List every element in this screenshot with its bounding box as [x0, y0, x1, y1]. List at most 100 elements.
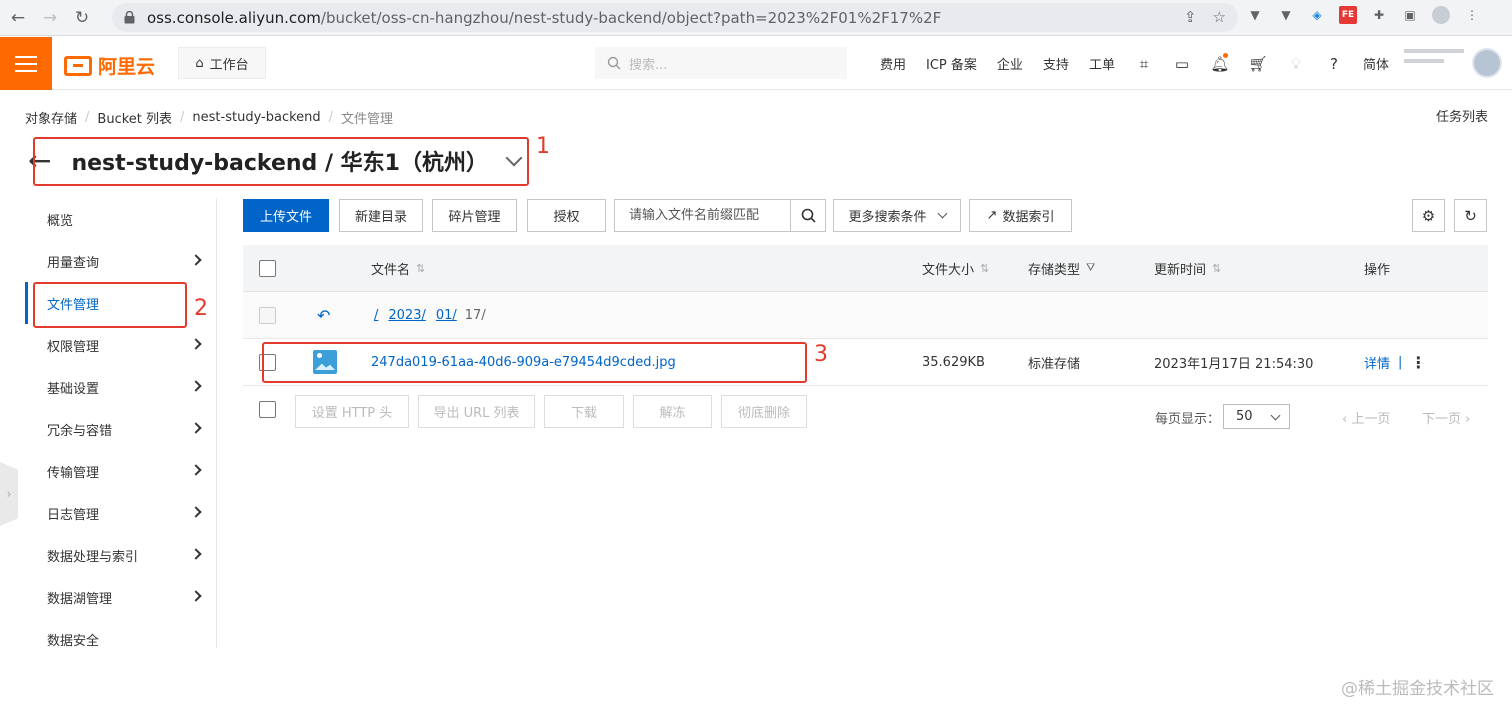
task-list-link[interactable]: 任务列表 [1436, 106, 1488, 125]
vue-devtools-alt-icon[interactable]: ▼ [1277, 6, 1295, 24]
help-icon[interactable]: ? [1315, 55, 1353, 73]
path-root-link[interactable]: / [374, 308, 378, 323]
header-updated-time[interactable]: 更新时间 ⇅ [1154, 245, 1221, 291]
authorize-button[interactable]: 授权 [527, 199, 606, 232]
export-url-list-button[interactable]: 导出 URL 列表 [418, 395, 535, 428]
sidebar-item-redundancy[interactable]: 冗余与容错 [25, 408, 216, 450]
path-breadcrumb: / 2023/ 01/ 17/ [374, 292, 486, 338]
download-button[interactable]: 下载 [544, 395, 624, 428]
breadcrumb-oss[interactable]: 对象存储 [25, 108, 77, 127]
search-icon [801, 208, 816, 223]
extension-layers-icon[interactable]: ◈ [1308, 6, 1326, 24]
browser-toolbar: ← → ↻ oss.console.aliyun.com/bucket/oss-… [0, 0, 1512, 36]
side-panel-icon[interactable]: ▣ [1401, 6, 1419, 24]
chevron-right-icon [190, 254, 202, 266]
nav-billing[interactable]: 费用 [870, 54, 916, 73]
language-switch[interactable]: 简体 [1353, 54, 1399, 73]
nav-support[interactable]: 支持 [1033, 54, 1079, 73]
global-search-input[interactable]: 搜索... [595, 47, 847, 79]
chevron-right-icon [190, 506, 202, 518]
page-size-select[interactable]: 50 [1223, 404, 1290, 429]
user-name-redacted[interactable] [1404, 49, 1464, 79]
table-header: 文件名 ⇅ 文件大小 ⇅ 存储类型 ⛛ 更新时间 ⇅ 操作 [243, 245, 1488, 292]
watermark: @稀土掘金技术社区 [1341, 679, 1494, 699]
more-actions-kebab-icon[interactable]: ⋮ [1410, 353, 1426, 372]
sidebar-item-overview[interactable]: 概览 [25, 198, 216, 240]
set-http-header-button[interactable]: 设置 HTTP 头 [295, 395, 409, 428]
lightbulb-icon[interactable]: 💡︎ [1277, 55, 1315, 73]
menu-kebab-icon[interactable]: ⋮ [1463, 6, 1481, 24]
header-file-name[interactable]: 文件名 ⇅ [371, 245, 425, 291]
workbench-button[interactable]: ⌂ 工作台 [178, 47, 266, 79]
annotation-number-2: 2 [194, 296, 208, 321]
breadcrumb-bucket-list[interactable]: Bucket 列表 [97, 108, 172, 127]
chevron-right-icon [190, 380, 202, 392]
sidebar-item-data-lake[interactable]: 数据湖管理 [25, 576, 216, 618]
more-search-conditions-dropdown[interactable]: 更多搜索条件 [833, 199, 961, 232]
new-directory-button[interactable]: 新建目录 [339, 199, 423, 232]
breadcrumb-current: 文件管理 [341, 112, 394, 127]
sidebar-item-logs[interactable]: 日志管理 [25, 492, 216, 534]
select-all-checkbox[interactable] [259, 259, 276, 277]
storage-type: 标准存储 [1028, 356, 1081, 372]
search-button[interactable] [790, 200, 825, 231]
extensions-puzzle-icon[interactable]: ✚ [1370, 6, 1388, 24]
go-up-arrow-icon[interactable]: ↶ [317, 292, 330, 338]
path-01-link[interactable]: 01/ [436, 308, 457, 323]
nav-ticket[interactable]: 工单 [1079, 54, 1125, 73]
refresh-icon[interactable]: ↻ [1454, 199, 1487, 232]
notification-bell-icon[interactable]: 🔔︎ [1201, 52, 1239, 73]
path-2023-link[interactable]: 2023/ [388, 308, 425, 323]
cart-icon[interactable]: 🛒︎ [1239, 55, 1277, 73]
nav-enterprise[interactable]: 企业 [987, 54, 1033, 73]
header-storage-type[interactable]: 存储类型 ⛛ [1028, 245, 1095, 291]
unfreeze-button[interactable]: 解冻 [633, 395, 712, 428]
vue-devtools-icon[interactable]: ▼ [1246, 6, 1264, 24]
data-index-button[interactable]: ↗ 数据索引 [969, 199, 1072, 232]
prev-page-button[interactable]: ‹ 上一页 [1342, 408, 1390, 427]
next-page-button[interactable]: 下一页 › [1422, 408, 1470, 427]
footer-select-all-checkbox[interactable] [259, 401, 276, 418]
fe-helper-icon[interactable]: FE [1339, 6, 1357, 24]
sidebar-item-data-security[interactable]: 数据安全 [25, 618, 216, 660]
api-icon[interactable]: ⌗ [1125, 55, 1163, 73]
chevron-down-icon [937, 208, 947, 219]
header-file-size[interactable]: 文件大小 ⇅ [922, 245, 989, 291]
aliyun-logo[interactable]: 阿里云 [64, 52, 155, 79]
url-text: oss.console.aliyun.com/bucket/oss-cn-han… [147, 8, 942, 27]
back-icon[interactable]: ← [4, 4, 32, 32]
permanent-delete-button[interactable]: 彻底删除 [721, 395, 807, 428]
chevron-right-icon [190, 590, 202, 602]
prefix-search-input[interactable] [615, 200, 790, 231]
terminal-icon[interactable]: ▭ [1163, 55, 1201, 73]
breadcrumb-bucket[interactable]: nest-study-backend [192, 110, 320, 125]
forward-icon[interactable]: → [36, 4, 64, 32]
breadcrumb: 对象存储 / Bucket 列表 / nest-study-backend / 文件管… [25, 108, 394, 127]
sidebar-collapse-handle[interactable]: › [0, 462, 18, 526]
chevron-right-icon [190, 548, 202, 560]
sidebar-item-basic-settings[interactable]: 基础设置 [25, 366, 216, 408]
sidebar-item-permissions[interactable]: 权限管理 [25, 324, 216, 366]
nav-icp[interactable]: ICP 备案 [916, 54, 987, 73]
upload-file-button[interactable]: 上传文件 [243, 199, 329, 232]
sidebar-item-data-processing[interactable]: 数据处理与索引 [25, 534, 216, 576]
bookmark-star-icon[interactable]: ☆ [1213, 8, 1226, 26]
user-avatar[interactable] [1472, 48, 1502, 78]
chevron-left-icon: ‹ [1342, 412, 1348, 427]
path-current: 17/ [464, 307, 486, 323]
settings-gear-icon[interactable]: ⚙ [1412, 199, 1445, 232]
share-icon[interactable]: ⇪ [1184, 8, 1197, 26]
detail-link[interactable]: 详情 [1364, 353, 1390, 372]
reload-icon[interactable]: ↻ [68, 4, 96, 32]
hamburger-menu-icon[interactable] [0, 37, 52, 90]
sidebar-item-transfer[interactable]: 传输管理 [25, 450, 216, 492]
annotation-box-2 [33, 282, 187, 328]
sidebar-item-usage[interactable]: 用量查询 [25, 240, 216, 282]
search-icon [607, 56, 621, 70]
logo-mark-icon [64, 55, 92, 76]
prefix-search-field [614, 199, 826, 232]
profile-avatar-icon[interactable] [1432, 6, 1450, 24]
address-bar[interactable]: oss.console.aliyun.com/bucket/oss-cn-han… [112, 3, 1238, 32]
fragment-management-button[interactable]: 碎片管理 [432, 199, 517, 232]
row-checkbox-disabled [259, 306, 276, 324]
